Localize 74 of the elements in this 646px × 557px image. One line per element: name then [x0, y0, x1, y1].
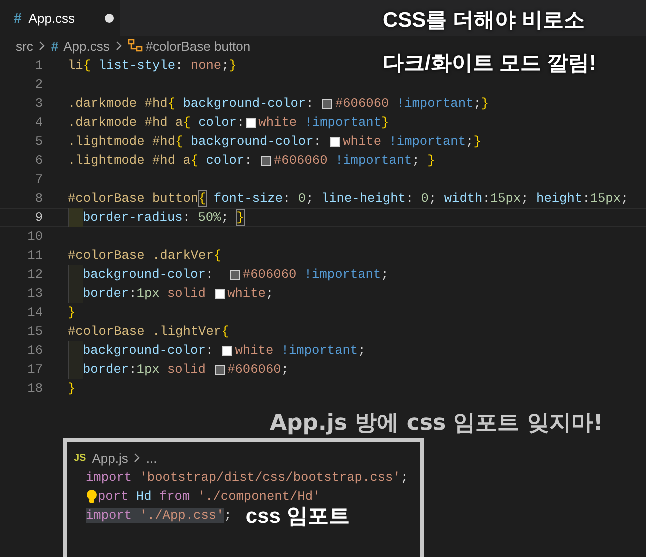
annotation-text: 다크/화이트 모드 깔림! — [383, 51, 596, 77]
code-text: border:1px solid — [83, 362, 207, 377]
line-number: 7 — [34, 172, 43, 187]
indent-guide — [68, 265, 83, 284]
code-text: border-radius: 50%; } — [83, 210, 244, 225]
code-text: #606060; — [228, 362, 290, 377]
breadcrumb-folder[interactable]: src — [16, 38, 34, 54]
line-number: 15 — [26, 324, 43, 339]
color-swatch[interactable] — [230, 270, 240, 280]
code-text: white !important} — [258, 115, 390, 130]
annotation-text: css 임포트 — [246, 504, 350, 530]
lightbulb-icon[interactable] — [86, 488, 98, 504]
chevron-icon — [114, 41, 123, 51]
indent-guide — [68, 284, 83, 303]
code-text: import 'bootstrap/dist/css/bootstrap.css'; — [86, 470, 409, 485]
line-number: 18 — [26, 381, 43, 396]
annotation-text: App.js 방에 css 임포트 잊지마! — [270, 410, 604, 438]
chevron-icon — [38, 41, 46, 51]
code-text: #606060 !important; — [242, 267, 389, 282]
javascript-file-icon: JS — [74, 452, 86, 464]
line-number: 11 — [26, 248, 43, 263]
breadcrumb-symbol[interactable]: #colorBase button — [146, 38, 251, 54]
code-text: port Hd from './component/Hd' — [98, 489, 321, 504]
line-number: 16 — [26, 343, 43, 358]
line-number: 10 — [26, 229, 43, 244]
line-number: 1 — [34, 58, 43, 73]
code-text: background-color: — [83, 267, 215, 282]
color-swatch[interactable] — [214, 364, 225, 374]
line-number: 9 — [34, 210, 43, 225]
code-text: white !important;} — [343, 134, 482, 149]
code-text: background-color: — [83, 343, 215, 358]
code-text: } — [68, 305, 76, 320]
indent-guide — [68, 360, 83, 379]
line-number: 6 — [34, 153, 43, 168]
file-type-icon: # — [51, 38, 59, 54]
code-text: .darkmode #hd a{ color: — [68, 115, 245, 130]
code-text: } — [68, 381, 76, 396]
color-swatch[interactable] — [261, 156, 271, 166]
code-text: li{ list-style: none;} — [68, 58, 237, 73]
line-number: 8 — [34, 191, 43, 206]
color-swatch[interactable] — [246, 118, 256, 128]
breadcrumb-file[interactable]: App.css — [64, 38, 110, 54]
color-swatch[interactable] — [214, 288, 225, 298]
color-swatch[interactable] — [222, 346, 232, 356]
indent-guide — [68, 208, 83, 227]
color-swatch[interactable] — [330, 136, 340, 146]
code-text: border:1px solid — [83, 286, 207, 301]
code-text: .lightmode #hd{ background-color: — [68, 134, 322, 149]
line-number: 4 — [34, 115, 43, 130]
code-text: .lightmode #hd a{ color: — [68, 153, 254, 168]
indent-guide — [68, 341, 83, 360]
code-text: #colorBase .lightVer{ — [68, 324, 230, 339]
code-text: white; — [228, 286, 274, 301]
annotation-text: CSS를 더해야 비로소 — [383, 8, 586, 34]
code-text: #colorBase button{ font-size: 0; line-height: 0; width:15px; height:15px; — [68, 191, 629, 206]
code-text: #606060 !important;} — [335, 96, 490, 111]
code-text: import './App.css'; — [86, 508, 232, 523]
line-number: 17 — [26, 362, 43, 377]
color-swatch[interactable] — [322, 98, 332, 108]
line-number: 3 — [34, 96, 43, 111]
breadcrumb-symbol[interactable]: ... — [146, 450, 158, 466]
line-number: 12 — [26, 267, 43, 282]
line-number: 13 — [26, 286, 43, 301]
line-number: 5 — [34, 134, 43, 149]
code-text: .darkmode #hd{ background-color: — [68, 96, 315, 111]
breadcrumb-file[interactable]: App.js — [92, 450, 128, 466]
code-text: #606060 !important; } — [274, 153, 436, 168]
code-text: #colorBase .darkVer{ — [68, 248, 222, 263]
line-number: 2 — [34, 77, 43, 92]
line-number: 14 — [26, 305, 43, 320]
symbol-icon — [128, 39, 144, 53]
code-text: white !important; — [235, 343, 366, 358]
editor-tab[interactable]: # App.css — [0, 0, 120, 36]
chevron-icon — [133, 453, 142, 463]
